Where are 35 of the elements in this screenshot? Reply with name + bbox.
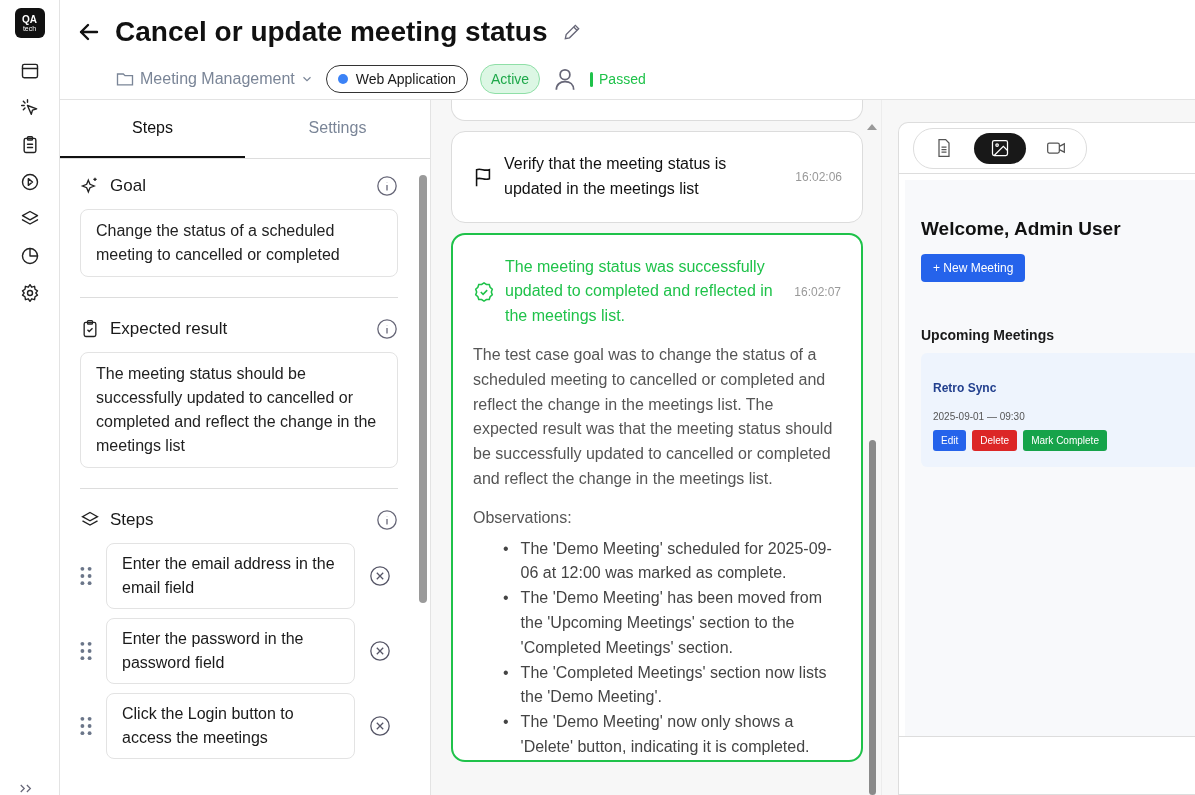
step-field[interactable]: Click the Login button to access the meetings: [106, 693, 355, 759]
section-title: Goal: [110, 176, 147, 196]
bullet: •: [503, 588, 509, 609]
step-field[interactable]: Enter the password in the password field: [106, 618, 355, 684]
meeting-action-button[interactable]: Delete: [972, 430, 1018, 451]
observation-item: The 'Demo Meeting' has been moved from the 'Upcoming Meetings' section to the 'Completed Meetings' section.: [520, 588, 823, 658]
observation-item: The 'Demo Meeting' now only shows a 'Delete' button, indicating it is completed.: [520, 712, 811, 757]
step-field[interactable]: Enter the email address in the email field: [106, 543, 355, 609]
bullet: •: [503, 712, 509, 733]
new-meeting-button[interactable]: + New Meeting: [921, 254, 1026, 282]
status-badge: Active: [479, 64, 541, 94]
meeting-title: Retro Sync: [933, 381, 998, 395]
timestamp: 16:02:06: [795, 169, 842, 184]
expected-result-field[interactable]: The meeting status should be successfully updated to cancelled or completed and reflect the change in the meetings list: [80, 352, 398, 468]
welcome-heading: Welcome, Admin User: [921, 218, 1122, 240]
summary-text: The test case goal was to change the status of a scheduled meeting to cancelled or completed and reflect the change in the meetings list. The expected result was that the meeting status should be successfully updated to cancelled or completed and reflect the change in the meetings list.: [473, 345, 834, 489]
section-title: Steps: [110, 510, 155, 530]
observation-item: The 'Completed Meetings' section now lists the 'Demo Meeting'.: [520, 662, 828, 708]
step-text: Verify that the meeting status is updated in the meetings list: [504, 154, 728, 199]
meeting-action-button[interactable]: Edit: [933, 430, 967, 451]
tab[interactable]: Steps: [60, 100, 245, 158]
bullet: •: [503, 662, 509, 683]
timestamp: 16:02:07: [794, 284, 841, 299]
section-heading: Upcoming Meetings: [921, 327, 1055, 343]
page-title: Cancel or update meeting status: [115, 16, 548, 48]
section-title: Expected result: [110, 319, 229, 339]
bullet: •: [503, 538, 509, 559]
meeting-datetime: 2025-09-01 — 09:30: [933, 411, 1026, 422]
tab[interactable]: Settings: [245, 100, 430, 158]
project-dropdown[interactable]: Meeting Management: [115, 69, 314, 89]
observation-item: The 'Demo Meeting' scheduled for 2025-09-06 at 12:00 was marked as complete.: [520, 538, 833, 584]
result-status: Passed: [590, 71, 646, 87]
observations-heading: Observations:: [473, 507, 573, 528]
goal-field[interactable]: Change the status of a scheduled meeting to cancelled or completed: [80, 209, 398, 277]
result-text: The meeting status was successfully updated to completed and reflected in the meetings list.: [505, 256, 774, 327]
